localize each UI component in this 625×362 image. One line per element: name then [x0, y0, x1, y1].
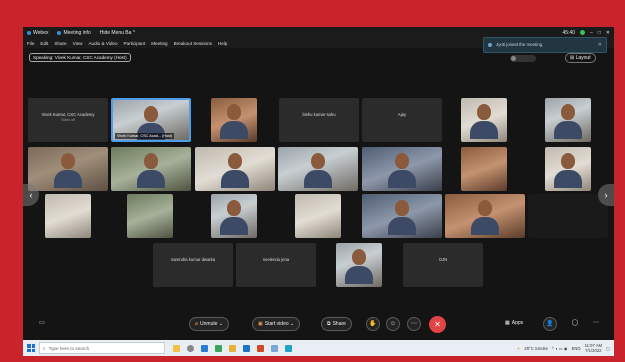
chrome-icon[interactable] [215, 344, 222, 352]
share-icon: ⧉ [327, 321, 331, 327]
participant-video[interactable] [278, 147, 358, 191]
captions-icon[interactable]: ▭ [35, 317, 49, 331]
file-explorer-icon[interactable] [229, 344, 236, 352]
participant-video[interactable] [127, 194, 173, 238]
participant-tile[interactable]: Vivek Kumar, CSC Academy Video off [28, 98, 108, 142]
chat-icon[interactable]: ◯ [568, 317, 582, 331]
start-video-button[interactable]: ▣ Start video ⌄ [252, 317, 301, 331]
participant-avatar [304, 153, 332, 188]
participant-video[interactable] [336, 243, 382, 287]
taskbar-apps [173, 344, 292, 352]
mail-icon[interactable] [271, 344, 278, 352]
participant-video[interactable] [195, 147, 275, 191]
participant-tile[interactable]: OJN [403, 243, 483, 287]
participant-avatar [554, 153, 582, 188]
participants-icon[interactable]: 👤 [543, 317, 557, 331]
search-icon: ⌕ [43, 345, 46, 351]
participant-tile[interactable]: narendra kumar dwarka [153, 243, 233, 287]
participant-avatar [471, 200, 499, 235]
next-page-arrow-icon[interactable]: › [598, 184, 614, 206]
windows-start-icon[interactable] [27, 344, 35, 352]
webex-window: Webex Meeting info Hide Menu Ba ^ 45:40 … [23, 27, 614, 340]
participant-avatar [388, 200, 416, 235]
share-button[interactable]: ⧉ Share [321, 317, 352, 331]
taskbar-search-input[interactable]: ⌕ Type here to search [39, 342, 165, 354]
muted-mic-icon: ⌀ [195, 321, 199, 327]
participant-video[interactable] [545, 147, 591, 191]
video-off-icon: ▣ [258, 321, 263, 327]
weather-text[interactable]: 29°C Smoke [524, 346, 548, 351]
apps-icon: ▦ [505, 320, 510, 326]
weather-icon: ☀ [516, 345, 521, 351]
apps-button[interactable]: ▦ Apps [500, 317, 528, 331]
participant-avatar [388, 153, 416, 188]
tray-icons[interactable]: ^ ◖ ▭ ◉ [552, 346, 568, 351]
participant-avatar [470, 104, 498, 139]
meeting-controls: ▭ ⌀ Unmute ⌄ ▣ Start video ⌄ ⧉ Share ✋ ☺ ⋯ … [23, 314, 614, 336]
participant-tile[interactable]: Ajay [362, 98, 442, 142]
participant-tile[interactable]: bishu kumar sahu [279, 98, 359, 142]
webex-taskbar-icon[interactable] [285, 344, 292, 352]
windows-taskbar: ⌕ Type here to search ☀ 29°C Smoke ^ ◖ ▭… [23, 340, 614, 356]
participant-avatar [221, 153, 249, 188]
participant-tile[interactable]: neelendu jena [236, 243, 316, 287]
more-panels-icon[interactable]: ⋯ [589, 317, 603, 331]
participant-video-host[interactable]: Vivek Kumar, CSC Acad... (Host) [111, 98, 191, 142]
leave-meeting-button[interactable]: ✕ [429, 316, 446, 333]
raise-hand-icon[interactable]: ✋ [366, 317, 380, 331]
participant-video[interactable] [45, 194, 91, 238]
office-icon[interactable] [257, 344, 264, 352]
video-grid: Vivek Kumar, CSC Academy Video off Vivek… [23, 27, 614, 340]
participant-video[interactable] [545, 98, 591, 142]
cortana-icon[interactable] [173, 344, 180, 352]
participant-video[interactable] [211, 194, 257, 238]
task-view-icon[interactable] [187, 344, 194, 352]
unmute-button[interactable]: ⌀ Unmute ⌄ [189, 317, 230, 331]
participant-video[interactable] [211, 98, 257, 142]
participant-video[interactable] [295, 194, 341, 238]
participant-video[interactable] [111, 147, 191, 191]
participant-video[interactable] [461, 98, 507, 142]
more-options-icon[interactable]: ⋯ [407, 317, 421, 331]
participant-video[interactable] [362, 194, 442, 238]
participant-avatar [137, 153, 165, 188]
participant-video[interactable] [28, 147, 108, 191]
participant-avatar [54, 153, 82, 188]
notification-center-icon[interactable]: ▢ [606, 346, 610, 351]
taskbar-clock[interactable]: 11:07 AM 7/1/2022 [585, 343, 602, 353]
participant-avatar [137, 106, 165, 140]
participant-video[interactable] [445, 194, 525, 238]
participant-avatar [220, 104, 248, 139]
system-tray: ☀ 29°C Smoke ^ ◖ ▭ ◉ ENG 11:07 AM 7/1/20… [517, 343, 614, 353]
edge-icon[interactable] [201, 344, 208, 352]
store-icon[interactable] [243, 344, 250, 352]
participant-avatar [345, 249, 373, 284]
participant-video[interactable] [461, 147, 507, 191]
empty-tile [528, 194, 608, 238]
participant-avatar [220, 200, 248, 235]
participant-avatar [554, 104, 582, 139]
participant-video[interactable] [362, 147, 442, 191]
language-indicator[interactable]: ENG [572, 346, 581, 351]
reactions-icon[interactable]: ☺ [386, 317, 400, 331]
